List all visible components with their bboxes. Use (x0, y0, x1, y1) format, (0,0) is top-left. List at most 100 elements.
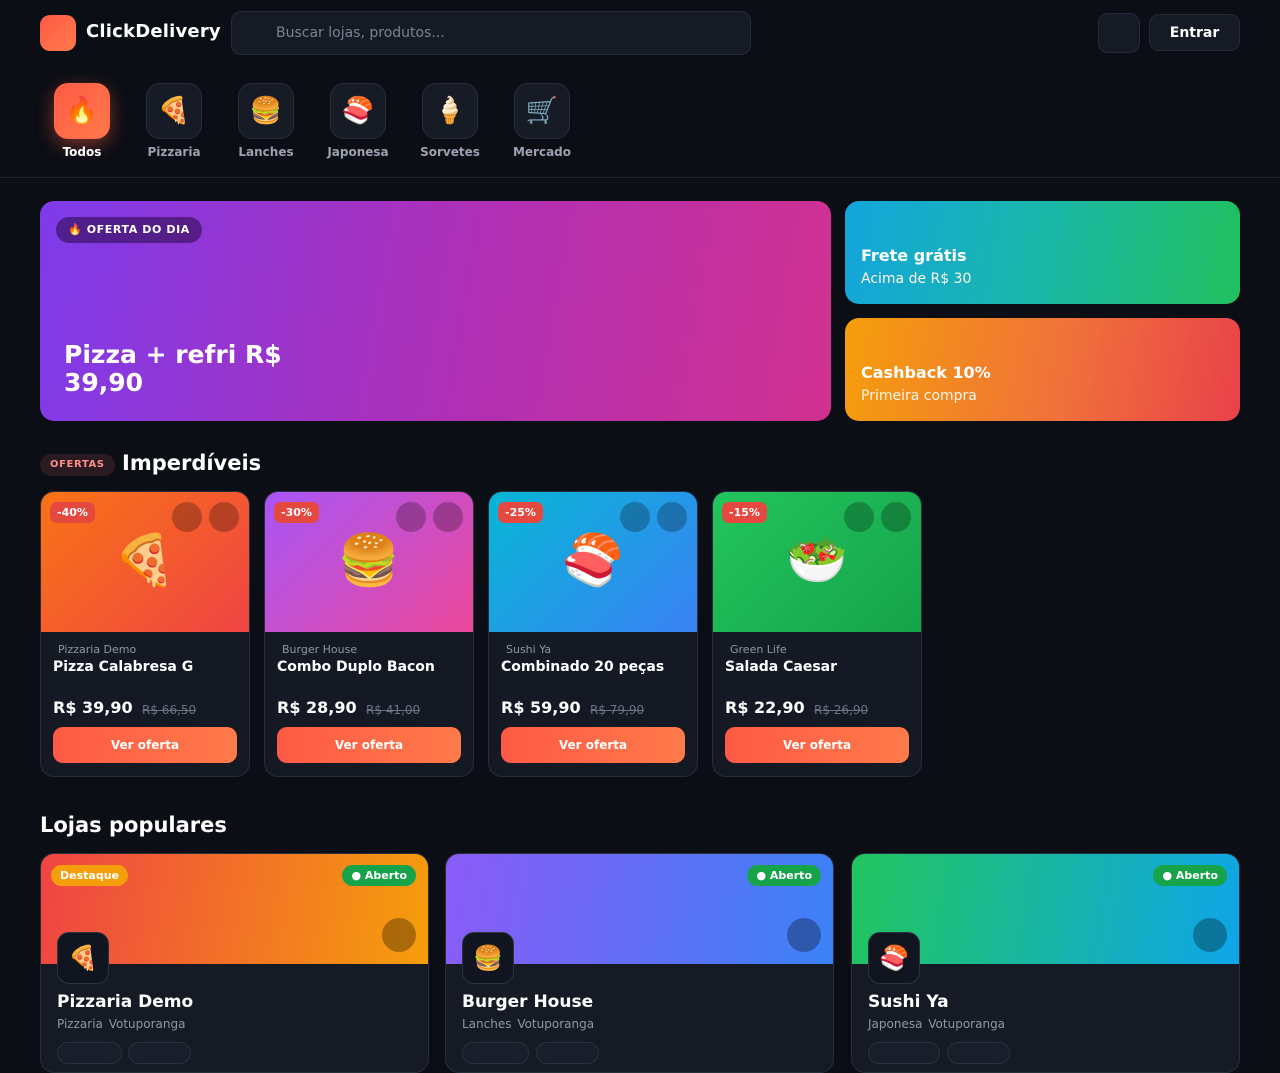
category-label: Mercado (512, 145, 572, 159)
view-offer-button[interactable]: Ver oferta (53, 727, 237, 763)
offers-title: Imperdíveis (122, 451, 262, 475)
store-category: Lanches (462, 1017, 512, 1031)
discount-badge: -25% (498, 502, 543, 523)
offer-store: Green Life (730, 643, 787, 656)
deal-of-day-badge: 🔥 OFERTA DO DIA (56, 217, 202, 243)
offer-old-price: R$ 26,90 (814, 703, 869, 717)
fire-icon: 🔥 (54, 83, 110, 139)
favorite-icon[interactable] (657, 502, 687, 532)
favorite-icon[interactable] (382, 918, 416, 952)
category-todos[interactable]: 🔥 Todos (46, 83, 118, 163)
store-chip (536, 1042, 599, 1064)
store-chip (57, 1042, 122, 1064)
share-icon[interactable] (844, 502, 874, 532)
sushi-icon: 🍣 (330, 83, 386, 139)
favorite-icon[interactable] (787, 918, 821, 952)
highlight-badge: Destaque (51, 865, 128, 886)
offer-old-price: R$ 41,00 (366, 703, 421, 717)
sushi-icon: 🍣 (868, 932, 920, 984)
share-icon[interactable] (396, 502, 426, 532)
pizza-icon: 🍕 (57, 932, 109, 984)
category-lanches[interactable]: 🍔 Lanches (230, 83, 302, 163)
pizza-icon: 🍕 (146, 83, 202, 139)
offer-name: Combo Duplo Bacon (277, 659, 435, 675)
store-card[interactable]: Destaque ● Aberto 🍕 Pizzaria Demo Pizzar… (40, 853, 429, 1073)
discount-badge: -15% (722, 502, 767, 523)
store-name: Burger House (462, 992, 594, 1012)
category-bar: 🔥 Todos 🍕 Pizzaria 🍔 Lanches 🍣 Japonesa … (0, 66, 1280, 178)
burger-icon: 🍔 (462, 932, 514, 984)
banner-title: Frete grátis (861, 246, 967, 265)
login-button[interactable]: Entrar (1149, 14, 1240, 51)
free-shipping-banner[interactable]: Frete grátis Acima de R$ 30 (845, 201, 1240, 304)
view-offer-button[interactable]: Ver oferta (725, 727, 909, 763)
store-meta: Lanches Votuporanga (462, 1017, 594, 1031)
category-label: Japonesa (327, 145, 389, 159)
brand-name[interactable]: ClickDelivery (86, 21, 221, 42)
category-pizzaria[interactable]: 🍕 Pizzaria (138, 83, 210, 163)
store-chip (462, 1042, 529, 1064)
store-name: Pizzaria Demo (57, 992, 194, 1012)
offer-store: Burger House (282, 643, 358, 656)
banner-subtitle: Primeira compra (861, 388, 977, 404)
offers-tag: OFERTAS (40, 454, 115, 476)
burger-icon: 🍔 (337, 531, 401, 589)
store-category: Japonesa (868, 1017, 923, 1031)
category-sorvetes[interactable]: 🍦 Sorvetes (414, 83, 486, 163)
hero-title: Pizza + refri R$ 39,90 (64, 340, 282, 397)
discount-badge: -40% (50, 502, 95, 523)
cart-button[interactable] (1098, 13, 1140, 53)
brand-logo[interactable] (40, 15, 76, 51)
hero-banner[interactable]: 🔥 OFERTA DO DIA Pizza + refri R$ 39,90 (40, 201, 831, 421)
store-meta: Pizzaria Votuporanga (57, 1017, 185, 1031)
category-mercado[interactable]: 🛒 Mercado (506, 83, 578, 163)
offer-price: R$ 28,90 (277, 698, 357, 717)
offer-name: Combinado 20 peças (501, 659, 665, 675)
offer-card[interactable]: 🍣 -25% Sushi Ya Combinado 20 peças R$ 59… (488, 491, 698, 777)
offer-card[interactable]: 🥗 -15% Green Life Salada Caesar R$ 22,90… (712, 491, 922, 777)
ice-cream-icon: 🍦 (422, 83, 478, 139)
store-meta: Japonesa Votuporanga (868, 1017, 1005, 1031)
share-icon[interactable] (172, 502, 202, 532)
store-chip (128, 1042, 191, 1064)
offer-name: Pizza Calabresa G (53, 659, 194, 675)
cart-icon: 🛒 (514, 83, 570, 139)
favorite-icon[interactable] (1193, 918, 1227, 952)
category-label: Sorvetes (420, 145, 480, 159)
store-card[interactable]: ● Aberto 🍔 Burger House Lanches Votupora… (445, 853, 834, 1073)
view-offer-button[interactable]: Ver oferta (277, 727, 461, 763)
sushi-icon: 🍣 (561, 531, 625, 589)
favorite-icon[interactable] (881, 502, 911, 532)
offer-name: Salada Caesar (725, 659, 838, 675)
pizza-icon: 🍕 (113, 531, 177, 589)
share-icon[interactable] (620, 502, 650, 532)
search-bar[interactable] (231, 11, 751, 55)
offer-store: Pizzaria Demo (58, 643, 137, 656)
banner-title: Cashback 10% (861, 363, 991, 382)
store-category: Pizzaria (57, 1017, 103, 1031)
offer-price: R$ 22,90 (725, 698, 805, 717)
category-label: Pizzaria (147, 145, 201, 159)
banner-subtitle: Acima de R$ 30 (861, 271, 972, 287)
offer-card[interactable]: 🍕 -40% Pizzaria Demo Pizza Calabresa G R… (40, 491, 250, 777)
offer-card[interactable]: 🍔 -30% Burger House Combo Duplo Bacon R$… (264, 491, 474, 777)
store-city: Votuporanga (928, 1017, 1006, 1031)
stores-title: Lojas populares (40, 813, 227, 837)
offer-price: R$ 39,90 (53, 698, 133, 717)
store-city: Votuporanga (517, 1017, 595, 1031)
offer-store: Sushi Ya (506, 643, 552, 656)
category-label: Todos (62, 145, 102, 159)
burger-icon: 🍔 (238, 83, 294, 139)
store-chip (868, 1042, 940, 1064)
category-japonesa[interactable]: 🍣 Japonesa (322, 83, 394, 163)
search-input[interactable] (232, 12, 750, 54)
store-card[interactable]: ● Aberto 🍣 Sushi Ya Japonesa Votuporanga (851, 853, 1240, 1073)
favorite-icon[interactable] (209, 502, 239, 532)
view-offer-button[interactable]: Ver oferta (501, 727, 685, 763)
cashback-banner[interactable]: Cashback 10% Primeira compra (845, 318, 1240, 421)
open-status-badge: ● Aberto (747, 865, 821, 886)
favorite-icon[interactable] (433, 502, 463, 532)
discount-badge: -30% (274, 502, 319, 523)
salad-icon: 🥗 (785, 531, 849, 589)
store-city: Votuporanga (108, 1017, 186, 1031)
